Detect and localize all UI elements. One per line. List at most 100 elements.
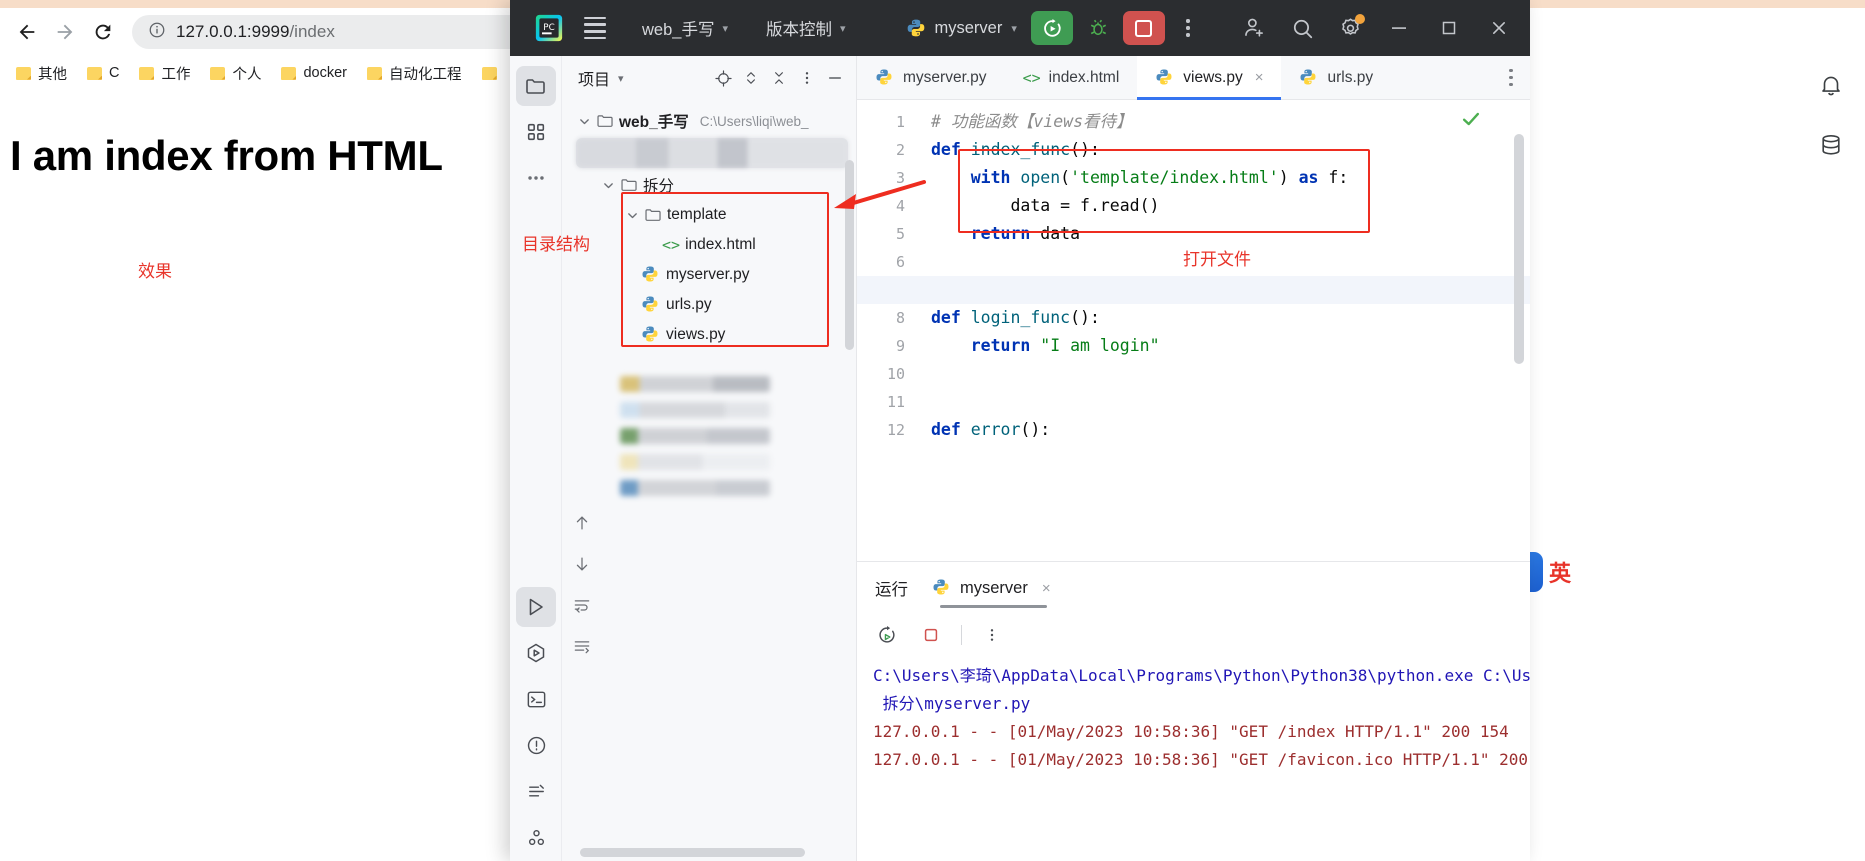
- collapse-all-icon[interactable]: [766, 65, 792, 91]
- structure-icon[interactable]: [516, 112, 556, 152]
- search-icon[interactable]: [1280, 8, 1324, 48]
- tree-row-folder[interactable]: 拆分: [562, 170, 856, 200]
- run-configuration-dropdown[interactable]: myserver ▾: [906, 18, 1017, 38]
- target-icon[interactable]: [710, 65, 736, 91]
- run-tab-myserver[interactable]: myserver ×: [928, 562, 1059, 614]
- bookmark-item[interactable]: [474, 64, 505, 83]
- bookmark-item[interactable]: C: [79, 62, 127, 84]
- more-tools-icon[interactable]: [516, 158, 556, 198]
- python-file-icon: [641, 325, 661, 345]
- rerun-icon[interactable]: [873, 621, 901, 649]
- code-token-string: 'template/index.html': [1070, 168, 1279, 187]
- settings-icon[interactable]: [1328, 8, 1372, 48]
- editor-scrollbar[interactable]: [1514, 134, 1524, 364]
- more-actions-button[interactable]: [1175, 11, 1201, 45]
- print-icon[interactable]: [572, 636, 592, 661]
- tree-row-file-index-html[interactable]: <> index.html: [562, 230, 856, 260]
- minimize-button[interactable]: [1376, 6, 1422, 50]
- forward-button[interactable]: [46, 13, 84, 51]
- scroll-up-icon[interactable]: [572, 513, 592, 538]
- inspection-status-icon[interactable]: [1460, 108, 1482, 135]
- reload-button[interactable]: [84, 13, 122, 51]
- tree-label: template: [667, 206, 727, 223]
- tree-row-root[interactable]: web_手写 C:\Users\liqi\web_: [562, 106, 856, 136]
- tree-row-file-urls-py[interactable]: urls.py: [562, 290, 856, 320]
- services-icon[interactable]: [516, 817, 556, 857]
- bookmark-item[interactable]: 其他: [8, 60, 75, 87]
- add-account-icon[interactable]: [1232, 8, 1276, 48]
- code-line: return "I am login": [919, 332, 1530, 360]
- main-menu-button[interactable]: [578, 11, 612, 45]
- titlebar-right-group: [1232, 6, 1522, 50]
- code-editor[interactable]: 1 2 3 4 5 6 7 8 9 10 11 12 # 功能函数: [857, 100, 1530, 561]
- vcs-dropdown[interactable]: 版本控制 ▾: [758, 11, 854, 45]
- code-token-function: index_func: [970, 140, 1071, 159]
- run-button[interactable]: [1030, 11, 1073, 45]
- console-line: 127.0.0.1 - - [01/May/2023 10:58:36] "GE…: [873, 722, 1509, 741]
- chevron-down-icon[interactable]: [624, 210, 640, 221]
- ime-mode-label[interactable]: 英: [1549, 556, 1571, 588]
- code-token: ():: [1020, 420, 1051, 439]
- terminal-icon[interactable]: [516, 679, 556, 719]
- debug-button[interactable]: [1081, 11, 1115, 45]
- hide-panel-icon[interactable]: [822, 65, 848, 91]
- project-name-dropdown[interactable]: web_手写 ▾: [634, 11, 736, 45]
- folder-icon: [210, 66, 226, 80]
- bookmark-item[interactable]: docker: [273, 62, 355, 84]
- tree-row-folder-template[interactable]: template: [562, 200, 856, 230]
- run-icon[interactable]: [516, 587, 556, 627]
- bookmark-item[interactable]: 自动化工程: [359, 60, 470, 87]
- tab-views-py[interactable]: views.py ×: [1137, 56, 1282, 100]
- tab-myserver-py[interactable]: myserver.py: [857, 56, 1005, 99]
- project-folder-icon[interactable]: [515, 66, 556, 106]
- site-info-icon[interactable]: [148, 21, 166, 44]
- folder-icon: [597, 114, 614, 128]
- more-icon[interactable]: [978, 621, 1006, 649]
- code-token-string: "I am login": [1040, 336, 1160, 355]
- code-text[interactable]: # 功能函数【views看待】 def index_func(): with o…: [919, 100, 1530, 561]
- toolbar-divider: [961, 625, 962, 645]
- database-icon[interactable]: [1814, 128, 1848, 162]
- bookmark-item[interactable]: 个人: [202, 60, 269, 87]
- tab-index-html[interactable]: <> index.html: [1005, 56, 1138, 99]
- problems-icon[interactable]: [516, 725, 556, 765]
- project-scrollbar[interactable]: [845, 160, 854, 350]
- activity-bar-bottom: [510, 587, 562, 861]
- directory-structure-annotation: 目录结构: [522, 235, 590, 254]
- close-button[interactable]: [1476, 6, 1522, 50]
- folder-icon: [87, 66, 102, 80]
- back-button[interactable]: [8, 13, 46, 51]
- tree-row-blurred[interactable]: [576, 138, 848, 168]
- project-horizontal-scrollbar[interactable]: [580, 848, 805, 857]
- code-line: with open('template/index.html') as f:: [919, 164, 1530, 192]
- editor-tabs-more-button[interactable]: [1492, 56, 1530, 99]
- code-line: return data: [919, 220, 1530, 248]
- expand-collapse-icon[interactable]: [738, 65, 764, 91]
- code-line: def index_func():: [919, 136, 1530, 164]
- close-icon[interactable]: ×: [1042, 580, 1051, 597]
- bookmark-item[interactable]: 工作: [131, 60, 198, 87]
- stop-icon[interactable]: [917, 621, 945, 649]
- tree-blurred-rows: [620, 376, 770, 506]
- folder-icon: [621, 178, 638, 192]
- tree-row-file-myserver-py[interactable]: myserver.py: [562, 260, 856, 290]
- tab-urls-py[interactable]: urls.py: [1281, 56, 1391, 99]
- pycharm-window: PC web_手写 ▾ 版本控制 ▾ myserver ▾ 项目 ▾ web_手…: [510, 0, 1530, 861]
- stop-button[interactable]: [1122, 11, 1165, 45]
- chevron-down-icon[interactable]: ▾: [618, 72, 624, 85]
- chevron-down-icon[interactable]: [576, 116, 592, 127]
- tree-row-file-views-py[interactable]: views.py: [562, 320, 856, 350]
- scroll-down-icon[interactable]: [572, 554, 592, 579]
- soft-wrap-icon[interactable]: [572, 595, 592, 620]
- todo-icon[interactable]: [516, 771, 556, 811]
- bell-icon[interactable]: [1814, 68, 1848, 102]
- maximize-button[interactable]: [1426, 6, 1472, 50]
- code-line: def login_func():: [919, 304, 1530, 332]
- debug-run-icon[interactable]: [516, 633, 556, 673]
- page-annotation: 效果: [138, 262, 172, 281]
- console-output[interactable]: C:\Users\李琦\AppData\Local\Programs\Pytho…: [857, 656, 1530, 861]
- close-icon[interactable]: ×: [1255, 69, 1264, 86]
- chevron-down-icon[interactable]: [600, 180, 616, 191]
- panel-options-icon[interactable]: [794, 65, 820, 91]
